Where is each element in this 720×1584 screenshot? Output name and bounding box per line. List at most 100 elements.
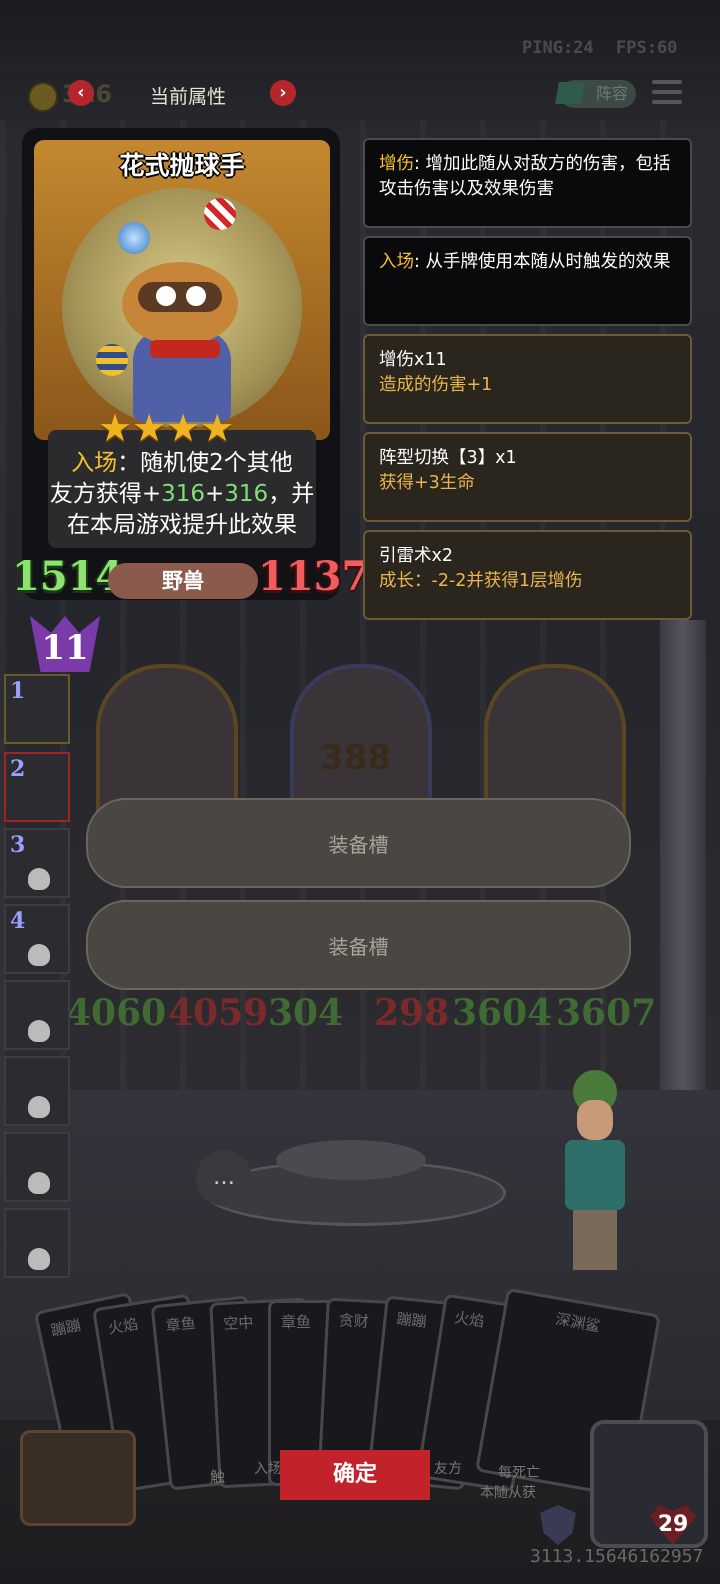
raccoon-eye-left bbox=[156, 286, 176, 306]
stat-number: 304 bbox=[268, 992, 344, 1034]
equip-slot-1[interactable]: 装备槽 bbox=[86, 798, 631, 888]
tooltip-battlecry: 入场: 从手牌使用本随从时触发的效果 bbox=[363, 236, 692, 326]
tooltip-text: 引雷术x2 bbox=[379, 546, 453, 566]
hand-card-name: 贪财 bbox=[338, 1311, 370, 1331]
star-icon: ★ bbox=[132, 406, 167, 450]
health-value: 1137 bbox=[258, 553, 370, 600]
lineup-slot[interactable]: 2 bbox=[4, 752, 70, 822]
lineup-slot[interactable]: 3 bbox=[4, 828, 70, 898]
next-page-button[interactable]: › bbox=[270, 80, 296, 106]
star-icon: ★ bbox=[98, 406, 133, 450]
tier-badge: 11 bbox=[30, 616, 100, 672]
skull-icon bbox=[28, 1096, 50, 1118]
tier-number: 11 bbox=[41, 628, 89, 668]
skull-icon bbox=[28, 868, 50, 890]
tooltip-text: : 从手牌使用本随从时触发的效果 bbox=[414, 252, 671, 272]
tooltip-text: 增伤x11 bbox=[379, 350, 447, 370]
lineup-slot-number: 2 bbox=[10, 756, 26, 782]
tooltip-subtext: 成长：-2-2并获得1层增伤 bbox=[379, 571, 583, 591]
tooltip-text: : 增加此随从对敌方的伤害，包括攻击伤害以及效果伤害 bbox=[379, 154, 671, 199]
effect-text-part: ，并 bbox=[268, 481, 315, 507]
tooltip-buff-damage: 增伤x11 造成的伤害+1 bbox=[363, 334, 692, 424]
skull-icon bbox=[28, 1248, 50, 1270]
equip-slot-2[interactable]: 装备槽 bbox=[86, 900, 631, 990]
chat-bubble-icon[interactable]: … bbox=[196, 1150, 252, 1206]
card-text: 本随从获 bbox=[480, 1485, 536, 1501]
hand-card-name: 蹦蹦 bbox=[395, 1309, 428, 1331]
stat-number: 4060 bbox=[66, 992, 167, 1034]
hand-card-name: 蹦蹦 bbox=[49, 1315, 83, 1340]
hand-card-name: 深渊鲨 bbox=[554, 1309, 602, 1336]
lineup-slot[interactable] bbox=[4, 1132, 70, 1202]
lineup-slot[interactable] bbox=[4, 980, 70, 1050]
hand-card-name: 章鱼 bbox=[281, 1313, 312, 1331]
effect-text-part: ：随机使2个其他 bbox=[117, 450, 293, 476]
treasure-chest-icon[interactable] bbox=[20, 1430, 136, 1526]
lineup-slot[interactable]: 1 bbox=[4, 674, 70, 744]
prev-page-button[interactable]: ‹ bbox=[68, 80, 94, 106]
star-icon: ★ bbox=[166, 406, 201, 450]
effect-number: 316 bbox=[224, 481, 269, 507]
hero-legs bbox=[573, 1210, 617, 1270]
tooltip-subtext: 获得+3生命 bbox=[379, 473, 475, 493]
star-rating: ★★★★ bbox=[98, 408, 268, 448]
stat-number: 3604 bbox=[452, 992, 553, 1034]
menu-icon[interactable] bbox=[652, 80, 682, 106]
stat-number: 3607 bbox=[556, 992, 657, 1034]
tooltip-buff-thunder: 引雷术x2 成长：-2-2并获得1层增伤 bbox=[363, 530, 692, 620]
card-text: 每死亡 bbox=[498, 1465, 540, 1481]
tooltip-subtext: 造成的伤害+1 bbox=[379, 375, 493, 395]
juggling-ball-yellow bbox=[96, 344, 128, 376]
fps-readout: FPS:60 bbox=[616, 38, 678, 58]
lineup-slot[interactable] bbox=[4, 1056, 70, 1126]
tooltip-text: 阵型切换【3】x1 bbox=[379, 448, 517, 468]
effect-keyword: 入场 bbox=[71, 450, 118, 476]
raccoon-eye-right bbox=[186, 286, 206, 306]
tooltip-keyword: 入场 bbox=[379, 252, 414, 272]
effect-text-part: 友方获得+ bbox=[49, 481, 162, 507]
effect-number: 316 bbox=[161, 481, 205, 507]
tooltip-buff-formation: 阵型切换【3】x1 获得+3生命 bbox=[363, 432, 692, 522]
tribe-label: 野兽 bbox=[108, 563, 258, 599]
tooltip-keyword: 增伤 bbox=[379, 154, 414, 174]
effect-text-part: 在本局游戏提升此效果 bbox=[67, 512, 297, 538]
skull-icon bbox=[28, 1020, 50, 1042]
confirm-button[interactable]: 确定 bbox=[280, 1450, 430, 1500]
attack-value: 1514 bbox=[12, 553, 124, 600]
damage-popup: 388 bbox=[320, 738, 391, 778]
ping-readout: PING:24 bbox=[522, 38, 594, 58]
hand-card-name: 空中 bbox=[222, 1313, 254, 1333]
skull-icon bbox=[28, 944, 50, 966]
card-name: 花式抛球手 bbox=[119, 151, 245, 180]
bottom-number-readout: 3113.15646162957 bbox=[530, 1546, 704, 1567]
tavern-stand-top bbox=[276, 1140, 426, 1180]
stat-number: 298 bbox=[374, 992, 450, 1034]
effect-text-part: + bbox=[205, 481, 225, 507]
hero-shirt bbox=[565, 1140, 625, 1210]
raccoon-mask bbox=[138, 282, 222, 312]
star-icon: ★ bbox=[200, 406, 235, 450]
lineup-slot[interactable]: 4 bbox=[4, 904, 70, 974]
hand-card-name: 火焰 bbox=[453, 1308, 486, 1331]
page-title: 当前属性 bbox=[149, 86, 226, 108]
juggling-ball-red bbox=[204, 198, 236, 230]
skull-icon bbox=[28, 1172, 50, 1194]
lineup-slot[interactable] bbox=[4, 1208, 70, 1278]
hero-face bbox=[577, 1100, 613, 1140]
lineup-slot-number: 4 bbox=[10, 908, 26, 934]
hand-card-name: 章鱼 bbox=[164, 1314, 197, 1336]
lineup-slot-number: 3 bbox=[10, 832, 26, 858]
card-text: 触 bbox=[210, 1468, 226, 1486]
hand-card-name: 火焰 bbox=[106, 1314, 140, 1338]
card-effect-text: 入场：随机使2个其他 友方获得+316+316，并 在本局游戏提升此效果 bbox=[48, 448, 316, 541]
card-text: 入场 bbox=[254, 1461, 282, 1477]
raccoon-scarf bbox=[150, 340, 220, 358]
lineup-slot-number: 1 bbox=[10, 678, 26, 704]
juggling-ball-blue bbox=[118, 222, 150, 254]
hero-character bbox=[555, 1070, 635, 1280]
stat-number: 4059 bbox=[168, 992, 269, 1034]
player-avatar[interactable] bbox=[590, 1420, 708, 1548]
gold-coin-icon bbox=[28, 82, 58, 112]
card-text: 友方 bbox=[434, 1461, 462, 1477]
tooltip-damage-boost: 增伤: 增加此随从对敌方的伤害，包括攻击伤害以及效果伤害 bbox=[363, 138, 692, 228]
